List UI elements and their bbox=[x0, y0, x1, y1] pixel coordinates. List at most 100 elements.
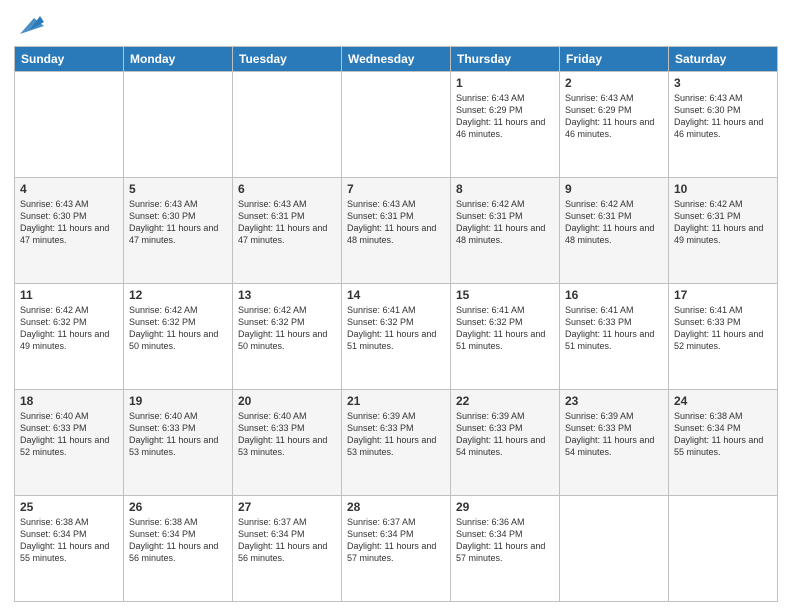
logo-text-block bbox=[14, 10, 44, 38]
day-cell: 9Sunrise: 6:42 AM Sunset: 6:31 PM Daylig… bbox=[560, 178, 669, 284]
day-info: Sunrise: 6:41 AM Sunset: 6:32 PM Dayligh… bbox=[456, 304, 554, 353]
day-info: Sunrise: 6:42 AM Sunset: 6:32 PM Dayligh… bbox=[129, 304, 227, 353]
day-cell: 16 Sunrise: 6:41 AM Sunset: 6:33 PM Dayli… bbox=[560, 284, 669, 390]
day-info: Sunrise: 6:38 AM Sunset: 6:34 PM Dayligh… bbox=[674, 410, 772, 459]
day-info: Sunrise: 6:40 AM Sunset: 6:33 PM Dayligh… bbox=[20, 410, 118, 459]
day-number: 5 bbox=[129, 182, 227, 196]
day-number: 15 bbox=[456, 288, 554, 302]
day-cell bbox=[342, 72, 451, 178]
day-cell: 18 Sunrise: 6:40 AM Sunset: 6:33 PM Dayli… bbox=[15, 390, 124, 496]
day-info: Sunrise: 6:43 AM Sunset: 6:31 PM Dayligh… bbox=[238, 198, 336, 247]
day-cell: 2 Sunrise: 6:43 AM Sunset: 6:29 PM Daylig… bbox=[560, 72, 669, 178]
day-info: Sunrise: 6:36 AM Sunset: 6:34 PM Dayligh… bbox=[456, 516, 554, 565]
day-info: Sunrise: 6:39 AM Sunset: 6:33 PM Dayligh… bbox=[347, 410, 445, 459]
day-info: Sunrise: 6:43 AM Sunset: 6:29 PM Dayligh… bbox=[565, 92, 663, 141]
day-info: Sunrise: 6:41 AM Sunset: 6:32 PM Dayligh… bbox=[347, 304, 445, 353]
day-cell: 1 Sunrise: 6:43 AM Sunset: 6:29 PM Daylig… bbox=[451, 72, 560, 178]
day-info: Sunrise: 6:42 AM Sunset: 6:31 PM Dayligh… bbox=[674, 198, 772, 247]
day-cell: 26 Sunrise: 6:38 AM Sunset: 6:34 PM Dayli… bbox=[124, 496, 233, 602]
col-header-tuesday: Tuesday bbox=[233, 47, 342, 72]
day-cell: 6Sunrise: 6:43 AM Sunset: 6:31 PM Daylig… bbox=[233, 178, 342, 284]
day-info: Sunrise: 6:42 AM Sunset: 6:31 PM Dayligh… bbox=[456, 198, 554, 247]
day-cell: 7 Sunrise: 6:43 AM Sunset: 6:31 PM Daylig… bbox=[342, 178, 451, 284]
day-cell: 23 Sunrise: 6:39 AM Sunset: 6:33 PM Dayli… bbox=[560, 390, 669, 496]
day-info: Sunrise: 6:40 AM Sunset: 6:33 PM Dayligh… bbox=[129, 410, 227, 459]
day-number: 26 bbox=[129, 500, 227, 514]
day-number: 2 bbox=[565, 76, 663, 90]
day-number: 18 bbox=[20, 394, 118, 408]
day-info: Sunrise: 6:43 AM Sunset: 6:30 PM Dayligh… bbox=[20, 198, 118, 247]
day-number: 24 bbox=[674, 394, 772, 408]
day-number: 7 bbox=[347, 182, 445, 196]
day-info: Sunrise: 6:38 AM Sunset: 6:34 PM Dayligh… bbox=[129, 516, 227, 565]
day-cell: 12Sunrise: 6:42 AM Sunset: 6:32 PM Dayli… bbox=[124, 284, 233, 390]
day-number: 28 bbox=[347, 500, 445, 514]
day-number: 11 bbox=[20, 288, 118, 302]
day-cell: 4 Sunrise: 6:43 AM Sunset: 6:30 PM Daylig… bbox=[15, 178, 124, 284]
day-number: 25 bbox=[20, 500, 118, 514]
day-cell: 17 Sunrise: 6:41 AM Sunset: 6:33 PM Dayli… bbox=[669, 284, 778, 390]
day-info: Sunrise: 6:38 AM Sunset: 6:34 PM Dayligh… bbox=[20, 516, 118, 565]
col-header-wednesday: Wednesday bbox=[342, 47, 451, 72]
day-cell: 15 Sunrise: 6:41 AM Sunset: 6:32 PM Dayli… bbox=[451, 284, 560, 390]
day-number: 16 bbox=[565, 288, 663, 302]
day-cell: 8Sunrise: 6:42 AM Sunset: 6:31 PM Daylig… bbox=[451, 178, 560, 284]
day-cell: 5 Sunrise: 6:43 AM Sunset: 6:30 PM Daylig… bbox=[124, 178, 233, 284]
week-row-4: 18 Sunrise: 6:40 AM Sunset: 6:33 PM Dayli… bbox=[15, 390, 778, 496]
day-cell: 29 Sunrise: 6:36 AM Sunset: 6:34 PM Dayli… bbox=[451, 496, 560, 602]
col-header-friday: Friday bbox=[560, 47, 669, 72]
day-cell bbox=[15, 72, 124, 178]
day-number: 3 bbox=[674, 76, 772, 90]
week-row-5: 25 Sunrise: 6:38 AM Sunset: 6:34 PM Dayli… bbox=[15, 496, 778, 602]
day-info: Sunrise: 6:37 AM Sunset: 6:34 PM Dayligh… bbox=[238, 516, 336, 565]
header bbox=[14, 10, 778, 38]
col-header-saturday: Saturday bbox=[669, 47, 778, 72]
day-number: 29 bbox=[456, 500, 554, 514]
day-number: 1 bbox=[456, 76, 554, 90]
day-number: 21 bbox=[347, 394, 445, 408]
week-row-1: 1 Sunrise: 6:43 AM Sunset: 6:29 PM Daylig… bbox=[15, 72, 778, 178]
day-info: Sunrise: 6:43 AM Sunset: 6:29 PM Dayligh… bbox=[456, 92, 554, 141]
logo-icon bbox=[16, 10, 44, 38]
day-info: Sunrise: 6:41 AM Sunset: 6:33 PM Dayligh… bbox=[565, 304, 663, 353]
day-info: Sunrise: 6:43 AM Sunset: 6:30 PM Dayligh… bbox=[674, 92, 772, 141]
day-number: 27 bbox=[238, 500, 336, 514]
day-number: 10 bbox=[674, 182, 772, 196]
day-number: 9 bbox=[565, 182, 663, 196]
day-info: Sunrise: 6:42 AM Sunset: 6:32 PM Dayligh… bbox=[20, 304, 118, 353]
day-number: 23 bbox=[565, 394, 663, 408]
day-info: Sunrise: 6:42 AM Sunset: 6:32 PM Dayligh… bbox=[238, 304, 336, 353]
day-cell: 11 Sunrise: 6:42 AM Sunset: 6:32 PM Dayli… bbox=[15, 284, 124, 390]
day-info: Sunrise: 6:43 AM Sunset: 6:30 PM Dayligh… bbox=[129, 198, 227, 247]
day-info: Sunrise: 6:37 AM Sunset: 6:34 PM Dayligh… bbox=[347, 516, 445, 565]
day-cell: 14 Sunrise: 6:41 AM Sunset: 6:32 PM Dayli… bbox=[342, 284, 451, 390]
logo bbox=[14, 10, 44, 38]
day-cell: 10 Sunrise: 6:42 AM Sunset: 6:31 PM Dayli… bbox=[669, 178, 778, 284]
day-cell: 28 Sunrise: 6:37 AM Sunset: 6:34 PM Dayli… bbox=[342, 496, 451, 602]
calendar-header-row: SundayMondayTuesdayWednesdayThursdayFrid… bbox=[15, 47, 778, 72]
day-cell: 20Sunrise: 6:40 AM Sunset: 6:33 PM Dayli… bbox=[233, 390, 342, 496]
day-number: 19 bbox=[129, 394, 227, 408]
day-info: Sunrise: 6:39 AM Sunset: 6:33 PM Dayligh… bbox=[565, 410, 663, 459]
day-info: Sunrise: 6:41 AM Sunset: 6:33 PM Dayligh… bbox=[674, 304, 772, 353]
day-number: 4 bbox=[20, 182, 118, 196]
col-header-monday: Monday bbox=[124, 47, 233, 72]
day-info: Sunrise: 6:43 AM Sunset: 6:31 PM Dayligh… bbox=[347, 198, 445, 247]
week-row-2: 4 Sunrise: 6:43 AM Sunset: 6:30 PM Daylig… bbox=[15, 178, 778, 284]
day-number: 20 bbox=[238, 394, 336, 408]
day-cell bbox=[560, 496, 669, 602]
day-cell bbox=[124, 72, 233, 178]
day-number: 22 bbox=[456, 394, 554, 408]
calendar-table: SundayMondayTuesdayWednesdayThursdayFrid… bbox=[14, 46, 778, 602]
day-cell bbox=[233, 72, 342, 178]
day-cell: 19 Sunrise: 6:40 AM Sunset: 6:33 PM Dayli… bbox=[124, 390, 233, 496]
day-cell: 3 Sunrise: 6:43 AM Sunset: 6:30 PM Daylig… bbox=[669, 72, 778, 178]
day-number: 17 bbox=[674, 288, 772, 302]
day-cell: 25 Sunrise: 6:38 AM Sunset: 6:34 PM Dayli… bbox=[15, 496, 124, 602]
day-cell: 13Sunrise: 6:42 AM Sunset: 6:32 PM Dayli… bbox=[233, 284, 342, 390]
day-cell: 24 Sunrise: 6:38 AM Sunset: 6:34 PM Dayli… bbox=[669, 390, 778, 496]
day-number: 14 bbox=[347, 288, 445, 302]
page: SundayMondayTuesdayWednesdayThursdayFrid… bbox=[0, 0, 792, 612]
day-cell: 22Sunrise: 6:39 AM Sunset: 6:33 PM Dayli… bbox=[451, 390, 560, 496]
day-cell: 27 Sunrise: 6:37 AM Sunset: 6:34 PM Dayli… bbox=[233, 496, 342, 602]
